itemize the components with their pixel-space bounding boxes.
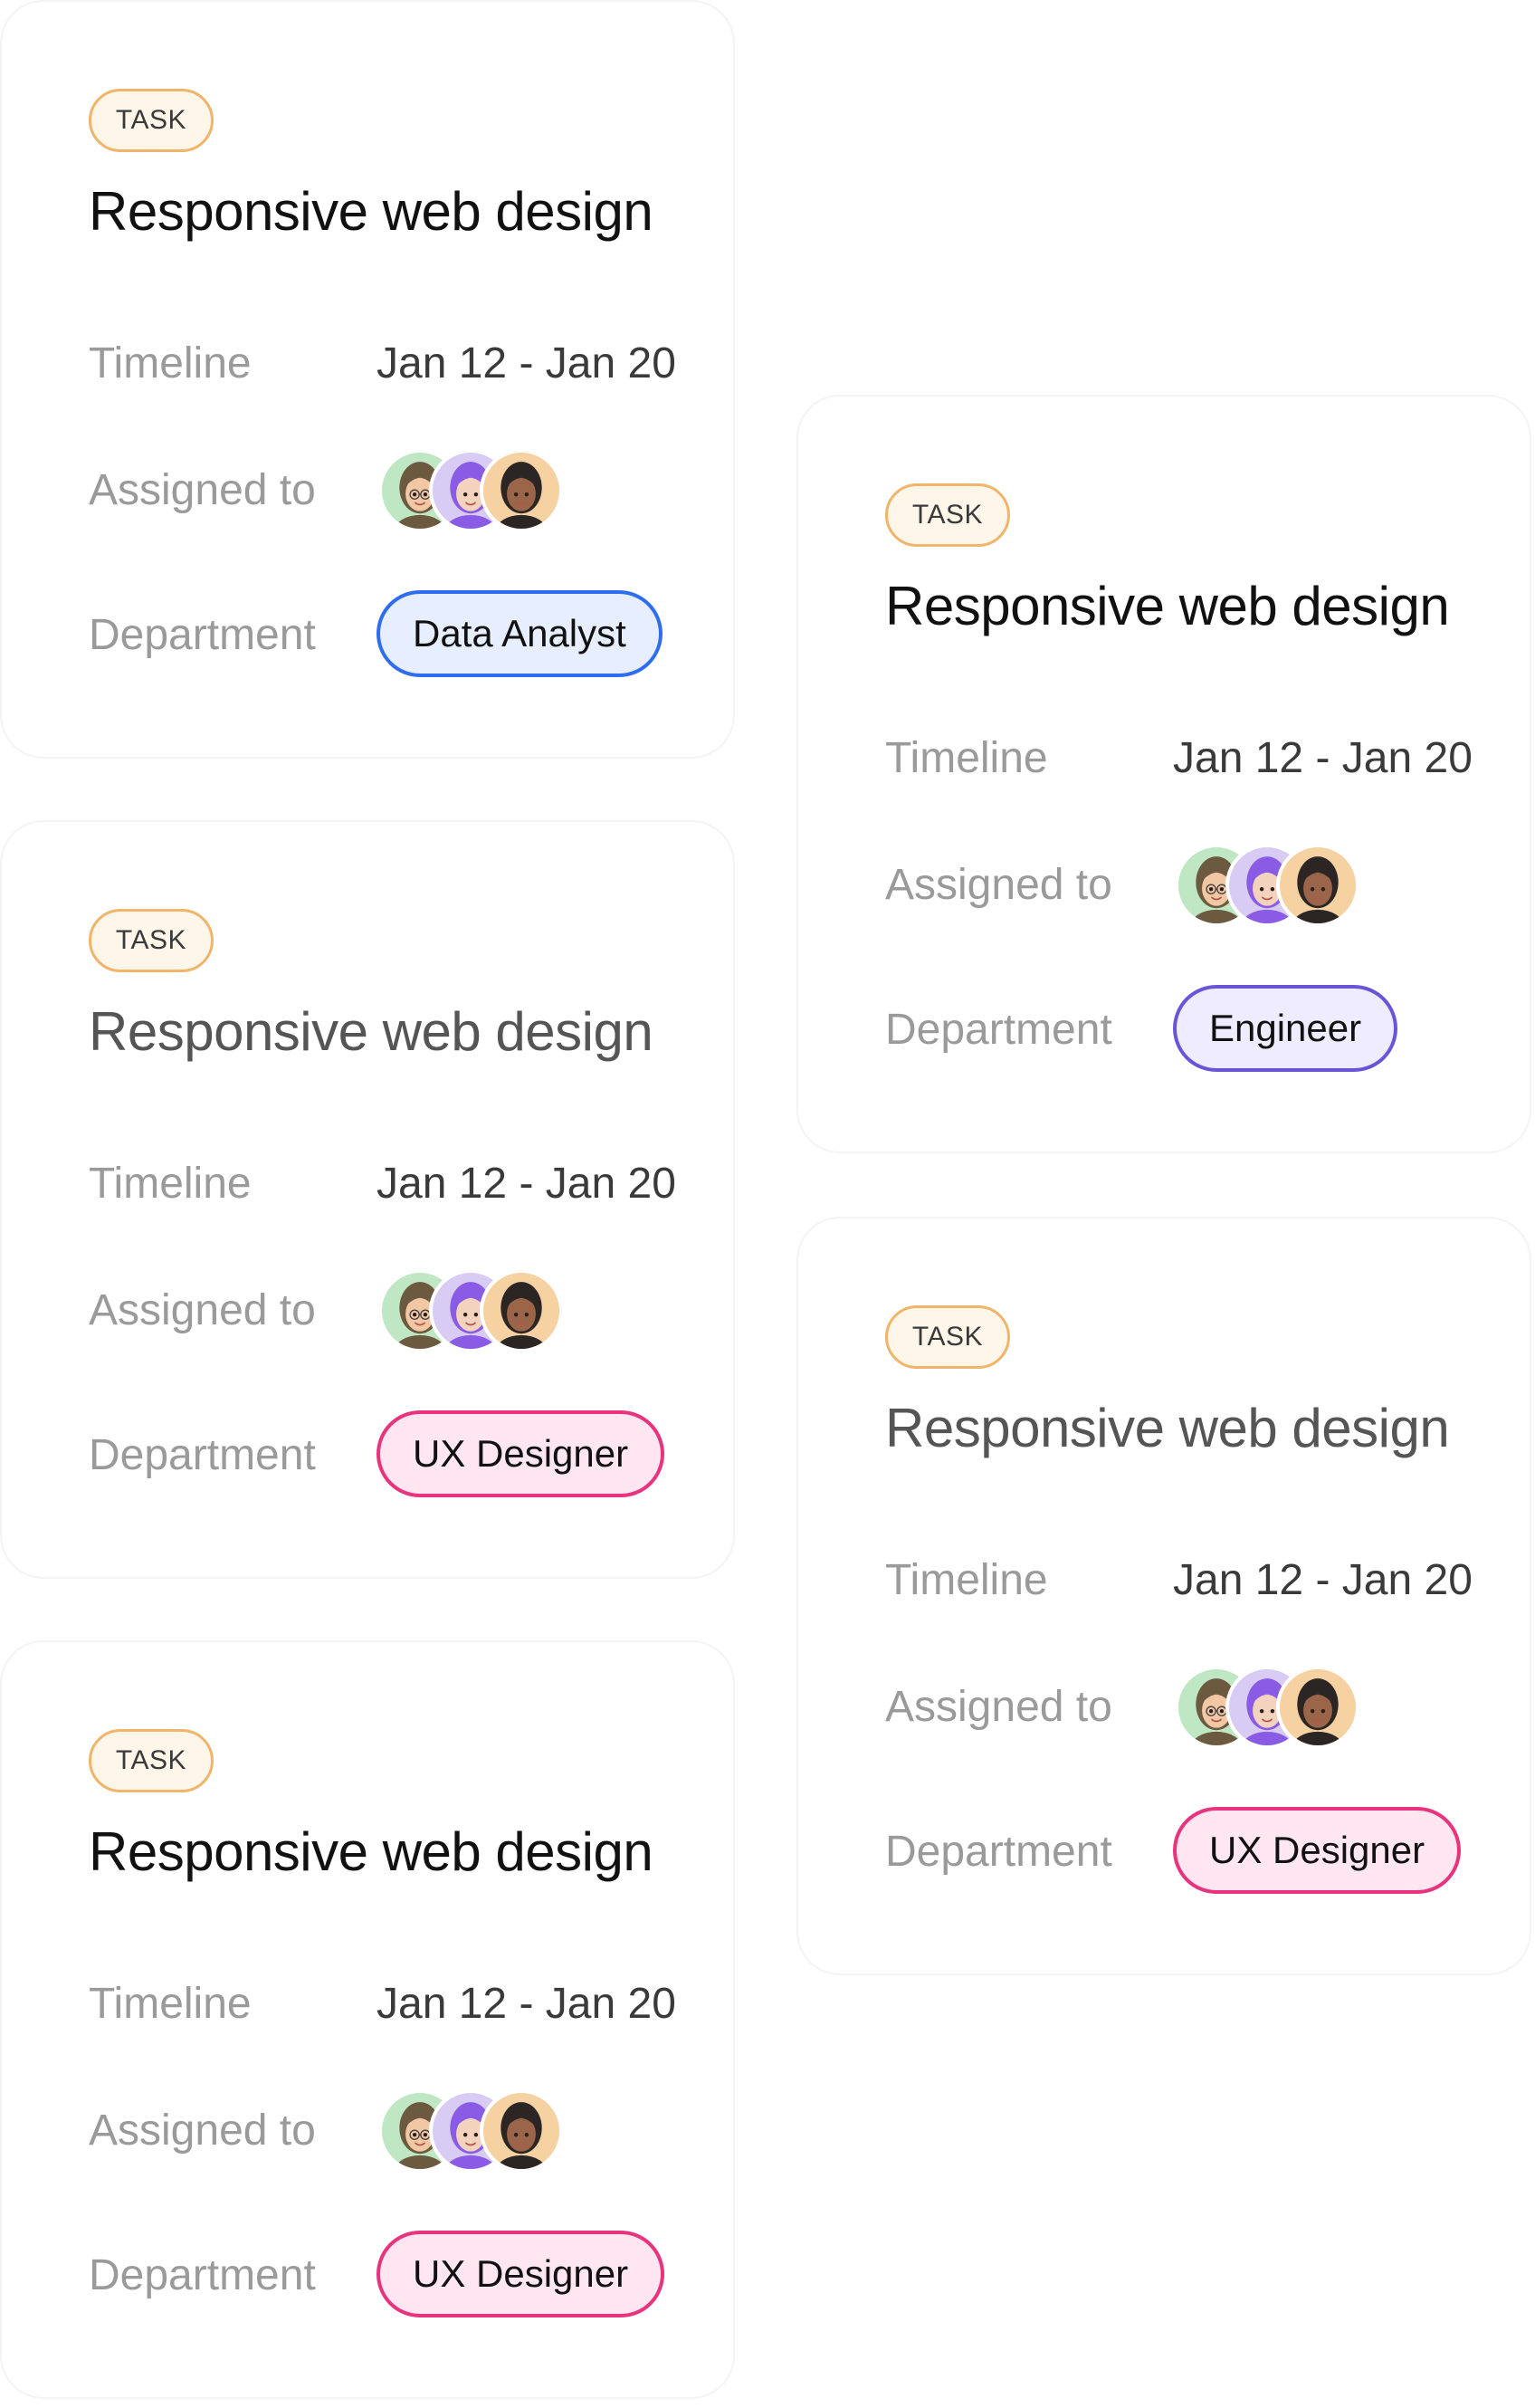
- department-label: Department: [89, 611, 316, 659]
- timeline-value: Jan 12 - Jan 20: [377, 1980, 676, 2028]
- task-title: Responsive web design: [89, 1001, 653, 1062]
- department-label: Department: [89, 1431, 316, 1479]
- avatar-icon[interactable]: [480, 1269, 563, 1352]
- assigned-label: Assigned to: [89, 2107, 316, 2155]
- timeline-label: Timeline: [89, 1160, 252, 1208]
- assignee-avatars[interactable]: [378, 2089, 568, 2173]
- assignee-avatars[interactable]: [1175, 844, 1365, 927]
- task-card[interactable]: TASK Responsive web design Timeline Jan …: [0, 1640, 735, 2399]
- timeline-label: Timeline: [89, 1980, 252, 2028]
- task-card[interactable]: TASK Responsive web design Timeline Jan …: [796, 395, 1531, 1153]
- avatar-icon[interactable]: [480, 449, 563, 532]
- assigned-label: Assigned to: [89, 1286, 316, 1334]
- task-card[interactable]: TASK Responsive web design Timeline Jan …: [0, 0, 735, 759]
- department-chip[interactable]: UX Designer: [1173, 1807, 1462, 1894]
- assignee-avatars[interactable]: [378, 449, 568, 532]
- timeline-label: Timeline: [885, 1556, 1048, 1604]
- timeline-value: Jan 12 - Jan 20: [377, 339, 676, 387]
- task-badge: TASK: [885, 483, 1010, 547]
- department-chip[interactable]: Engineer: [1173, 985, 1398, 1072]
- task-badge: TASK: [89, 89, 214, 152]
- task-title: Responsive web design: [885, 576, 1450, 636]
- timeline-label: Timeline: [89, 339, 252, 387]
- task-title: Responsive web design: [885, 1398, 1450, 1458]
- avatar-icon[interactable]: [1276, 844, 1359, 927]
- task-title: Responsive web design: [89, 1821, 653, 1882]
- department-label: Department: [885, 1828, 1112, 1876]
- assignee-avatars[interactable]: [378, 1269, 568, 1352]
- department-chip[interactable]: Data Analyst: [377, 590, 663, 677]
- assigned-label: Assigned to: [885, 1683, 1112, 1731]
- task-card[interactable]: TASK Responsive web design Timeline Jan …: [796, 1217, 1531, 1975]
- assigned-label: Assigned to: [89, 466, 316, 514]
- task-badge: TASK: [89, 1729, 214, 1792]
- avatar-icon[interactable]: [1276, 1666, 1359, 1749]
- task-badge: TASK: [89, 909, 214, 972]
- department-chip[interactable]: UX Designer: [377, 2231, 665, 2317]
- task-badge: TASK: [885, 1305, 1010, 1369]
- avatar-icon[interactable]: [480, 2089, 563, 2173]
- task-title: Responsive web design: [89, 181, 653, 242]
- timeline-value: Jan 12 - Jan 20: [377, 1160, 676, 1208]
- timeline-value: Jan 12 - Jan 20: [1173, 1556, 1473, 1604]
- assignee-avatars[interactable]: [1175, 1666, 1365, 1749]
- timeline-value: Jan 12 - Jan 20: [1173, 734, 1473, 782]
- department-label: Department: [885, 1006, 1112, 1054]
- timeline-label: Timeline: [885, 734, 1048, 782]
- task-card[interactable]: TASK Responsive web design Timeline Jan …: [0, 820, 735, 1579]
- assigned-label: Assigned to: [885, 861, 1112, 909]
- department-chip[interactable]: UX Designer: [377, 1410, 665, 1497]
- department-label: Department: [89, 2251, 316, 2299]
